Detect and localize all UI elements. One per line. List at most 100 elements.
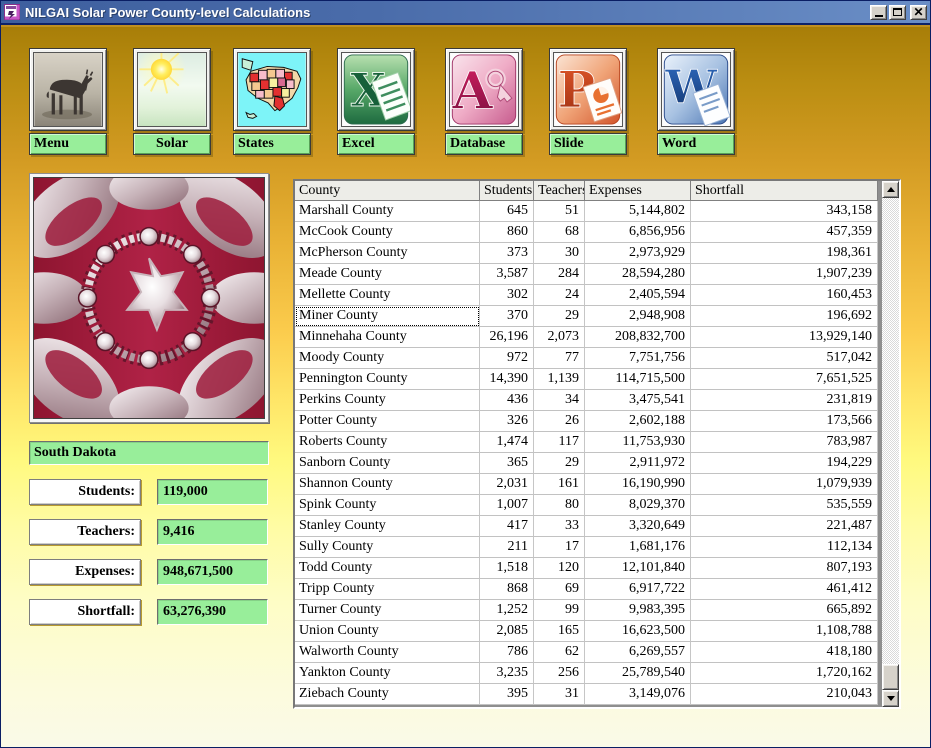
cell-shortfall[interactable]: 665,892 — [691, 600, 878, 621]
cell-county[interactable]: McCook County — [295, 222, 480, 243]
cell-expenses[interactable]: 6,856,956 — [585, 222, 691, 243]
column-header-expenses[interactable]: Expenses — [585, 181, 691, 201]
shortfall-value[interactable]: 63,276,390 — [157, 599, 268, 625]
cell-county[interactable]: Stanley County — [295, 516, 480, 537]
cell-expenses[interactable]: 2,911,972 — [585, 453, 691, 474]
table-row[interactable]: Moody County972777,751,756517,042 — [295, 348, 878, 369]
cell-students[interactable]: 326 — [480, 411, 534, 432]
cell-students[interactable]: 972 — [480, 348, 534, 369]
cell-teachers[interactable]: 69 — [534, 579, 585, 600]
table-row[interactable]: Marshall County645515,144,802343,158 — [295, 201, 878, 222]
cell-students[interactable]: 868 — [480, 579, 534, 600]
cell-county[interactable]: Perkins County — [295, 390, 480, 411]
cell-county[interactable]: Sanborn County — [295, 453, 480, 474]
table-row[interactable]: Pennington County14,3901,139114,715,5007… — [295, 369, 878, 390]
cell-teachers[interactable]: 24 — [534, 285, 585, 306]
cell-county[interactable]: Potter County — [295, 411, 480, 432]
cell-expenses[interactable]: 1,681,176 — [585, 537, 691, 558]
cell-teachers[interactable]: 29 — [534, 306, 585, 327]
cell-students[interactable]: 3,587 — [480, 264, 534, 285]
cell-shortfall[interactable]: 535,559 — [691, 495, 878, 516]
cell-county[interactable]: Moody County — [295, 348, 480, 369]
students-value[interactable]: 119,000 — [157, 479, 268, 505]
cell-students[interactable]: 2,031 — [480, 474, 534, 495]
cell-county[interactable]: Todd County — [295, 558, 480, 579]
cell-students[interactable]: 373 — [480, 243, 534, 264]
cell-expenses[interactable]: 28,594,280 — [585, 264, 691, 285]
cell-teachers[interactable]: 30 — [534, 243, 585, 264]
cell-expenses[interactable]: 11,753,930 — [585, 432, 691, 453]
cell-expenses[interactable]: 16,623,500 — [585, 621, 691, 642]
slide-button[interactable]: P Slide — [549, 48, 627, 155]
cell-students[interactable]: 365 — [480, 453, 534, 474]
cell-county[interactable]: Miner County — [295, 306, 480, 327]
cell-shortfall[interactable]: 807,193 — [691, 558, 878, 579]
cell-expenses[interactable]: 2,973,929 — [585, 243, 691, 264]
cell-shortfall[interactable]: 783,987 — [691, 432, 878, 453]
column-header-shortfall[interactable]: Shortfall — [691, 181, 878, 201]
scroll-down-button[interactable] — [882, 690, 899, 707]
cell-expenses[interactable]: 3,475,541 — [585, 390, 691, 411]
cell-expenses[interactable]: 6,269,557 — [585, 642, 691, 663]
cell-teachers[interactable]: 284 — [534, 264, 585, 285]
cell-county[interactable]: Tripp County — [295, 579, 480, 600]
cell-county[interactable]: McPherson County — [295, 243, 480, 264]
cell-students[interactable]: 370 — [480, 306, 534, 327]
cell-county[interactable]: Meade County — [295, 264, 480, 285]
cell-shortfall[interactable]: 343,158 — [691, 201, 878, 222]
cell-shortfall[interactable]: 1,720,162 — [691, 663, 878, 684]
vertical-scrollbar[interactable] — [882, 181, 899, 707]
cell-county[interactable]: Minnehaha County — [295, 327, 480, 348]
cell-teachers[interactable]: 34 — [534, 390, 585, 411]
cell-teachers[interactable]: 99 — [534, 600, 585, 621]
cell-county[interactable]: Spink County — [295, 495, 480, 516]
cell-students[interactable]: 645 — [480, 201, 534, 222]
table-row[interactable]: Ziebach County395313,149,076210,043 — [295, 684, 878, 705]
cell-shortfall[interactable]: 1,079,939 — [691, 474, 878, 495]
column-header-teachers[interactable]: Teachers — [534, 181, 585, 201]
cell-teachers[interactable]: 77 — [534, 348, 585, 369]
teachers-value[interactable]: 9,416 — [157, 519, 268, 545]
cell-expenses[interactable]: 9,983,395 — [585, 600, 691, 621]
cell-students[interactable]: 786 — [480, 642, 534, 663]
cell-shortfall[interactable]: 13,929,140 — [691, 327, 878, 348]
cell-shortfall[interactable]: 221,487 — [691, 516, 878, 537]
menu-button[interactable]: Menu — [29, 48, 107, 155]
cell-shortfall[interactable]: 231,819 — [691, 390, 878, 411]
cell-expenses[interactable]: 114,715,500 — [585, 369, 691, 390]
table-row[interactable]: Stanley County417333,320,649221,487 — [295, 516, 878, 537]
cell-students[interactable]: 2,085 — [480, 621, 534, 642]
table-row[interactable]: Yankton County3,23525625,789,5401,720,16… — [295, 663, 878, 684]
cell-teachers[interactable]: 165 — [534, 621, 585, 642]
cell-expenses[interactable]: 3,320,649 — [585, 516, 691, 537]
solar-button[interactable]: Solar — [133, 48, 211, 155]
cell-shortfall[interactable]: 194,229 — [691, 453, 878, 474]
cell-county[interactable]: Yankton County — [295, 663, 480, 684]
table-row[interactable]: Sanborn County365292,911,972194,229 — [295, 453, 878, 474]
table-row[interactable]: Sully County211171,681,176112,134 — [295, 537, 878, 558]
column-header-county[interactable]: County — [295, 181, 480, 201]
cell-shortfall[interactable]: 418,180 — [691, 642, 878, 663]
excel-button[interactable]: X Excel — [337, 48, 415, 155]
cell-teachers[interactable]: 117 — [534, 432, 585, 453]
cell-county[interactable]: Sully County — [295, 537, 480, 558]
cell-expenses[interactable]: 12,101,840 — [585, 558, 691, 579]
close-button[interactable]: ✕ — [910, 5, 927, 20]
cell-county[interactable]: Union County — [295, 621, 480, 642]
cell-students[interactable]: 302 — [480, 285, 534, 306]
table-row[interactable]: Walworth County786626,269,557418,180 — [295, 642, 878, 663]
cell-students[interactable]: 1,474 — [480, 432, 534, 453]
table-row[interactable]: Shannon County2,03116116,190,9901,079,93… — [295, 474, 878, 495]
cell-teachers[interactable]: 26 — [534, 411, 585, 432]
cell-county[interactable]: Shannon County — [295, 474, 480, 495]
column-header-students[interactable]: Students — [480, 181, 534, 201]
table-row[interactable]: McPherson County373302,973,929198,361 — [295, 243, 878, 264]
cell-shortfall[interactable]: 198,361 — [691, 243, 878, 264]
cell-county[interactable]: Mellette County — [295, 285, 480, 306]
states-button[interactable]: States — [233, 48, 311, 155]
table-row[interactable]: Tripp County868696,917,722461,412 — [295, 579, 878, 600]
cell-shortfall[interactable]: 210,043 — [691, 684, 878, 705]
cell-teachers[interactable]: 2,073 — [534, 327, 585, 348]
cell-teachers[interactable]: 80 — [534, 495, 585, 516]
cell-expenses[interactable]: 25,789,540 — [585, 663, 691, 684]
